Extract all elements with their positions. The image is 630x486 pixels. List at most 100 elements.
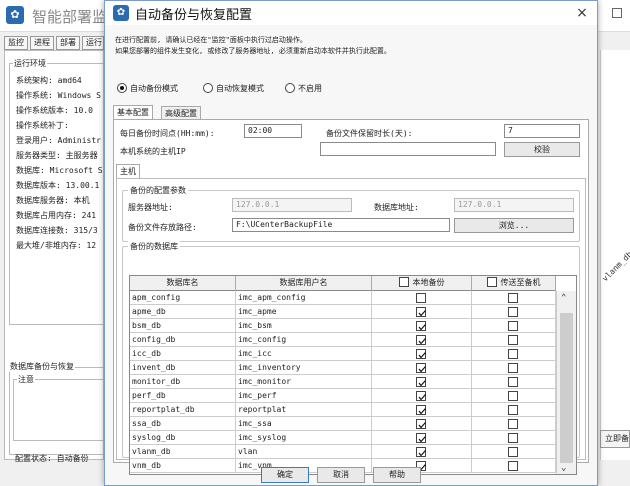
tab-host[interactable]: 主机 xyxy=(116,164,140,179)
app-logo-icon: ✿ xyxy=(6,6,24,24)
dialog-title-bar: ✿ 自动备份与恢复配置 × xyxy=(105,1,597,25)
send-standby-checkbox[interactable] xyxy=(508,349,518,359)
send-standby-checkbox[interactable] xyxy=(508,335,518,345)
backup-dialog: ✿ 自动备份与恢复配置 × 在进行配置前, 请确认已经在"监控"面板中执行过启动… xyxy=(104,0,598,486)
env-line: 数据库连接数: 315/3 xyxy=(16,226,98,235)
col-local-backup[interactable]: 本地备份 xyxy=(372,276,472,291)
local-backup-checkbox[interactable] xyxy=(416,391,426,401)
backup-now-button[interactable]: 立即备份 xyxy=(600,430,630,448)
tab-deploy[interactable]: 部署 xyxy=(56,36,80,50)
browse-button[interactable]: 浏览... xyxy=(454,218,574,233)
table-row[interactable]: reportplat_db reportplat xyxy=(130,403,556,417)
local-backup-checkbox[interactable] xyxy=(416,349,426,359)
backup-path-input[interactable]: F:\UCenterBackupFile xyxy=(232,218,450,232)
table-row[interactable]: invent_db imc_inventory xyxy=(130,361,556,375)
radio-icon xyxy=(203,83,213,93)
db-user-cell: vlan xyxy=(236,445,372,459)
db-name-cell: invent_db xyxy=(130,361,236,375)
table-row[interactable]: monitor_db imc_monitor xyxy=(130,375,556,389)
env-line: 数据库服务器: 本机 xyxy=(16,196,90,205)
db-name-cell: config_db xyxy=(130,333,236,347)
table-row[interactable]: perf_db imc_perf xyxy=(130,389,556,403)
col-db-name: 数据库名 xyxy=(130,276,236,291)
table-row[interactable]: apm_config imc_apm_config xyxy=(130,291,556,305)
send-standby-checkbox[interactable] xyxy=(508,307,518,317)
send-standby-checkbox[interactable] xyxy=(508,419,518,429)
env-line: 数据库: Microsoft S xyxy=(16,166,103,175)
send-standby-checkbox[interactable] xyxy=(508,377,518,387)
tab-run[interactable]: 运行 xyxy=(82,36,104,50)
table-row[interactable]: ssa_db imc_ssa xyxy=(130,417,556,431)
send-standby-checkbox[interactable] xyxy=(508,461,518,471)
server-address-label: 服务器地址: xyxy=(128,203,173,212)
close-icon[interactable]: × xyxy=(571,2,593,24)
local-backup-checkbox[interactable] xyxy=(416,405,426,415)
local-backup-checkbox[interactable] xyxy=(416,335,426,345)
local-backup-checkbox[interactable] xyxy=(416,307,426,317)
local-backup-cell xyxy=(372,305,472,319)
backup-time-input[interactable]: 02:00 xyxy=(244,124,302,138)
local-backup-checkbox[interactable] xyxy=(416,321,426,331)
db-address-input[interactable]: 127.0.0.1 xyxy=(454,198,574,212)
send-standby-checkbox[interactable] xyxy=(508,447,518,457)
ok-button[interactable]: 确定 xyxy=(261,467,309,483)
db-address-label: 数据库地址: xyxy=(374,203,419,212)
db-user-cell: imc_apme xyxy=(236,305,372,319)
send-standby-checkbox[interactable] xyxy=(508,391,518,401)
maximize-icon[interactable] xyxy=(612,8,622,18)
send-standby-checkbox[interactable] xyxy=(508,321,518,331)
send-standby-checkbox[interactable] xyxy=(508,293,518,303)
send-standby-cell xyxy=(472,403,556,417)
local-backup-checkbox[interactable] xyxy=(416,293,426,303)
send-standby-cell xyxy=(472,459,556,473)
table-row[interactable]: config_db imc_config xyxy=(130,333,556,347)
env-line: 服务器类型: 主服务器 xyxy=(16,151,98,160)
local-backup-checkbox[interactable] xyxy=(416,447,426,457)
radio-auto-backup[interactable]: 自动备份模式 xyxy=(117,83,178,95)
radio-selected-icon xyxy=(117,83,127,93)
scroll-thumb[interactable] xyxy=(560,313,573,463)
verify-button[interactable]: 校验 xyxy=(504,142,580,157)
send-standby-cell xyxy=(472,445,556,459)
tab-monitor[interactable]: 监控 xyxy=(4,36,28,50)
tab-advanced-config[interactable]: 高级配置 xyxy=(161,106,201,120)
table-header: 数据库名 数据库用户名 本地备份 传送至备机 xyxy=(130,276,556,291)
tab-basic-config[interactable]: 基本配置 xyxy=(113,105,153,120)
table-row[interactable]: vlanm_db vlan xyxy=(130,445,556,459)
table-row[interactable]: bsm_db imc_bsm xyxy=(130,319,556,333)
scroll-down-icon[interactable]: ⌄ xyxy=(561,463,566,473)
send-standby-checkbox[interactable] xyxy=(508,405,518,415)
table-scrollbar[interactable]: ⌃ ⌄ xyxy=(556,291,576,474)
local-backup-checkbox[interactable] xyxy=(416,419,426,429)
local-backup-checkbox[interactable] xyxy=(416,433,426,443)
local-backup-cell xyxy=(372,347,472,361)
send-standby-cell xyxy=(472,319,556,333)
local-backup-cell xyxy=(372,431,472,445)
local-backup-checkbox[interactable] xyxy=(416,363,426,373)
scroll-up-icon[interactable]: ⌃ xyxy=(561,293,566,303)
send-standby-cell xyxy=(472,333,556,347)
table-row[interactable]: icc_db imc_icc xyxy=(130,347,556,361)
config-status: 配置状态: 自动备份 xyxy=(15,454,89,463)
radio-disabled[interactable]: 不启用 xyxy=(285,83,322,95)
local-backup-checkbox[interactable] xyxy=(416,377,426,387)
app-logo-icon: ✿ xyxy=(113,5,129,21)
db-name-cell: apme_db xyxy=(130,305,236,319)
tab-process[interactable]: 进程 xyxy=(30,36,54,50)
col-send-standby[interactable]: 传送至备机 xyxy=(472,276,556,291)
db-user-cell: imc_ssa xyxy=(236,417,372,431)
retention-input[interactable]: 7 xyxy=(504,124,580,138)
table-row[interactable]: syslog_db imc_syslog xyxy=(130,431,556,445)
table-row[interactable]: apme_db imc_apme xyxy=(130,305,556,319)
help-button[interactable]: 帮助 xyxy=(373,467,421,483)
radio-auto-restore[interactable]: 自动恢复模式 xyxy=(203,83,264,95)
send-standby-checkbox[interactable] xyxy=(508,363,518,373)
send-standby-checkbox[interactable] xyxy=(508,433,518,443)
db-user-cell: imc_bsm xyxy=(236,319,372,333)
server-address-input[interactable]: 127.0.0.1 xyxy=(232,198,352,212)
host-ip-input[interactable] xyxy=(320,142,496,156)
local-backup-cell xyxy=(372,417,472,431)
send-standby-cell xyxy=(472,305,556,319)
send-standby-cell xyxy=(472,375,556,389)
cancel-button[interactable]: 取消 xyxy=(317,467,365,483)
